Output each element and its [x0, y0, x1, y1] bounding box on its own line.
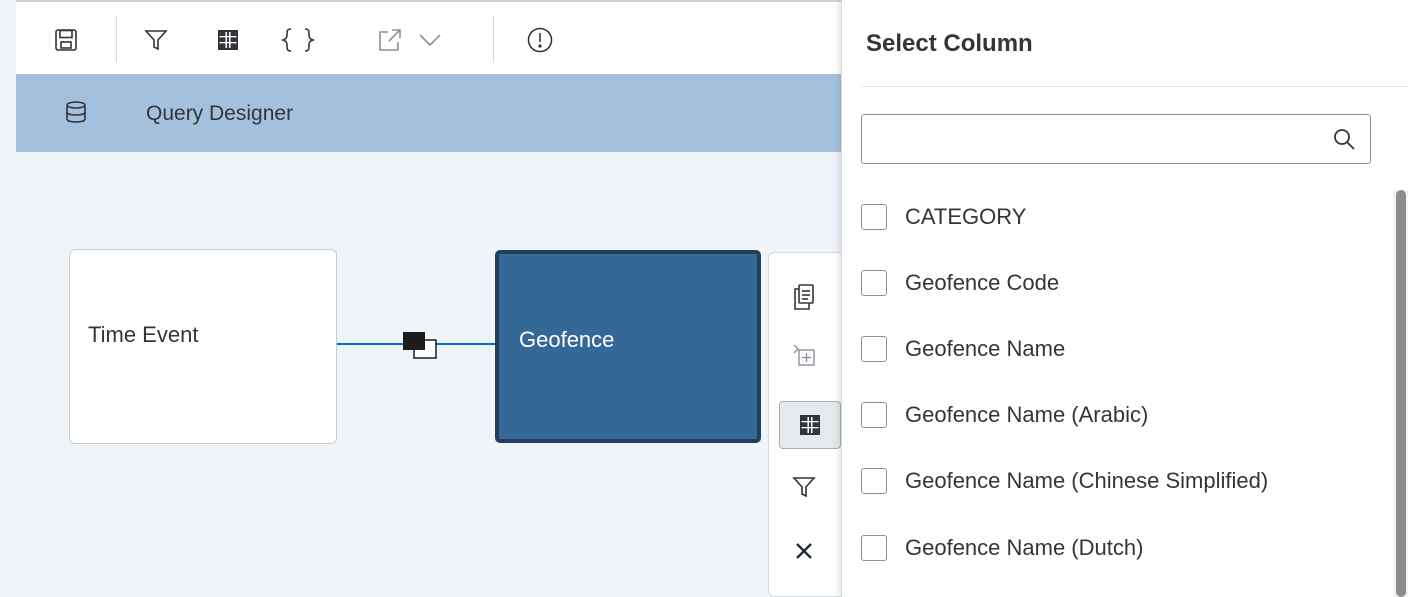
list-item[interactable]: Geofence Code [861, 263, 1059, 303]
checkbox[interactable] [861, 336, 887, 362]
checkbox[interactable] [861, 402, 887, 428]
column-label: Geofence Code [905, 270, 1060, 295]
export-icon[interactable] [370, 20, 410, 60]
list-item[interactable]: Geofence Name (Chinese Simplified) [861, 461, 1268, 501]
column-label: Geofence Name (Chinese Simplified) [905, 468, 1269, 493]
select-column-panel: Select Column CATEGORY Geofence Code Geo… [841, 0, 1408, 597]
node-geofence[interactable]: Geofence [495, 250, 761, 443]
toolbar-separator [493, 16, 494, 62]
search-input[interactable] [870, 123, 1310, 155]
info-icon[interactable] [520, 20, 560, 60]
page-title: Query Designer [146, 102, 294, 125]
columns-icon[interactable] [779, 401, 841, 449]
toolbar [16, 0, 846, 74]
app-root: Query Designer Time Event Geofence Selec… [0, 0, 1408, 597]
filter-icon[interactable] [136, 20, 176, 60]
save-icon[interactable] [46, 20, 86, 60]
database-icon [64, 100, 88, 124]
close-icon[interactable] [779, 527, 829, 575]
checkbox[interactable] [861, 204, 887, 230]
columns-icon[interactable] [208, 20, 248, 60]
checkbox[interactable] [861, 468, 887, 494]
toolbar-separator [116, 16, 117, 62]
column-label: CATEGORY [905, 204, 1027, 229]
list-item[interactable]: Geofence Name (Dutch) [861, 528, 1143, 568]
braces-icon[interactable] [278, 20, 318, 60]
checkbox[interactable] [861, 535, 887, 561]
column-label: Geofence Name [905, 336, 1066, 361]
add-join-icon[interactable] [779, 331, 829, 379]
node-time-event[interactable]: Time Event [69, 249, 337, 444]
chevron-down-icon[interactable] [410, 20, 450, 60]
list-item[interactable]: Geofence Name [861, 329, 1065, 369]
node-context-menu [768, 252, 848, 597]
search-icon[interactable] [1332, 127, 1356, 151]
panel-title: Select Column [866, 30, 1033, 57]
query-designer-header: Query Designer [16, 74, 846, 152]
node-label: Time Event [88, 322, 199, 347]
copy-icon[interactable] [779, 273, 829, 321]
node-label: Geofence [519, 327, 615, 352]
divider [862, 86, 1408, 87]
scrollbar[interactable] [1393, 190, 1408, 597]
list-item[interactable]: CATEGORY [861, 197, 1026, 237]
join-icon[interactable] [402, 331, 438, 359]
search-field[interactable] [861, 114, 1371, 164]
filter-icon[interactable] [779, 463, 829, 511]
list-item[interactable]: Geofence Name (Arabic) [861, 395, 1148, 435]
checkbox[interactable] [861, 270, 887, 296]
column-label: Geofence Name (Arabic) [905, 402, 1149, 427]
scrollbar-thumb[interactable] [1396, 190, 1406, 597]
column-label: Geofence Name (Dutch) [905, 535, 1144, 560]
